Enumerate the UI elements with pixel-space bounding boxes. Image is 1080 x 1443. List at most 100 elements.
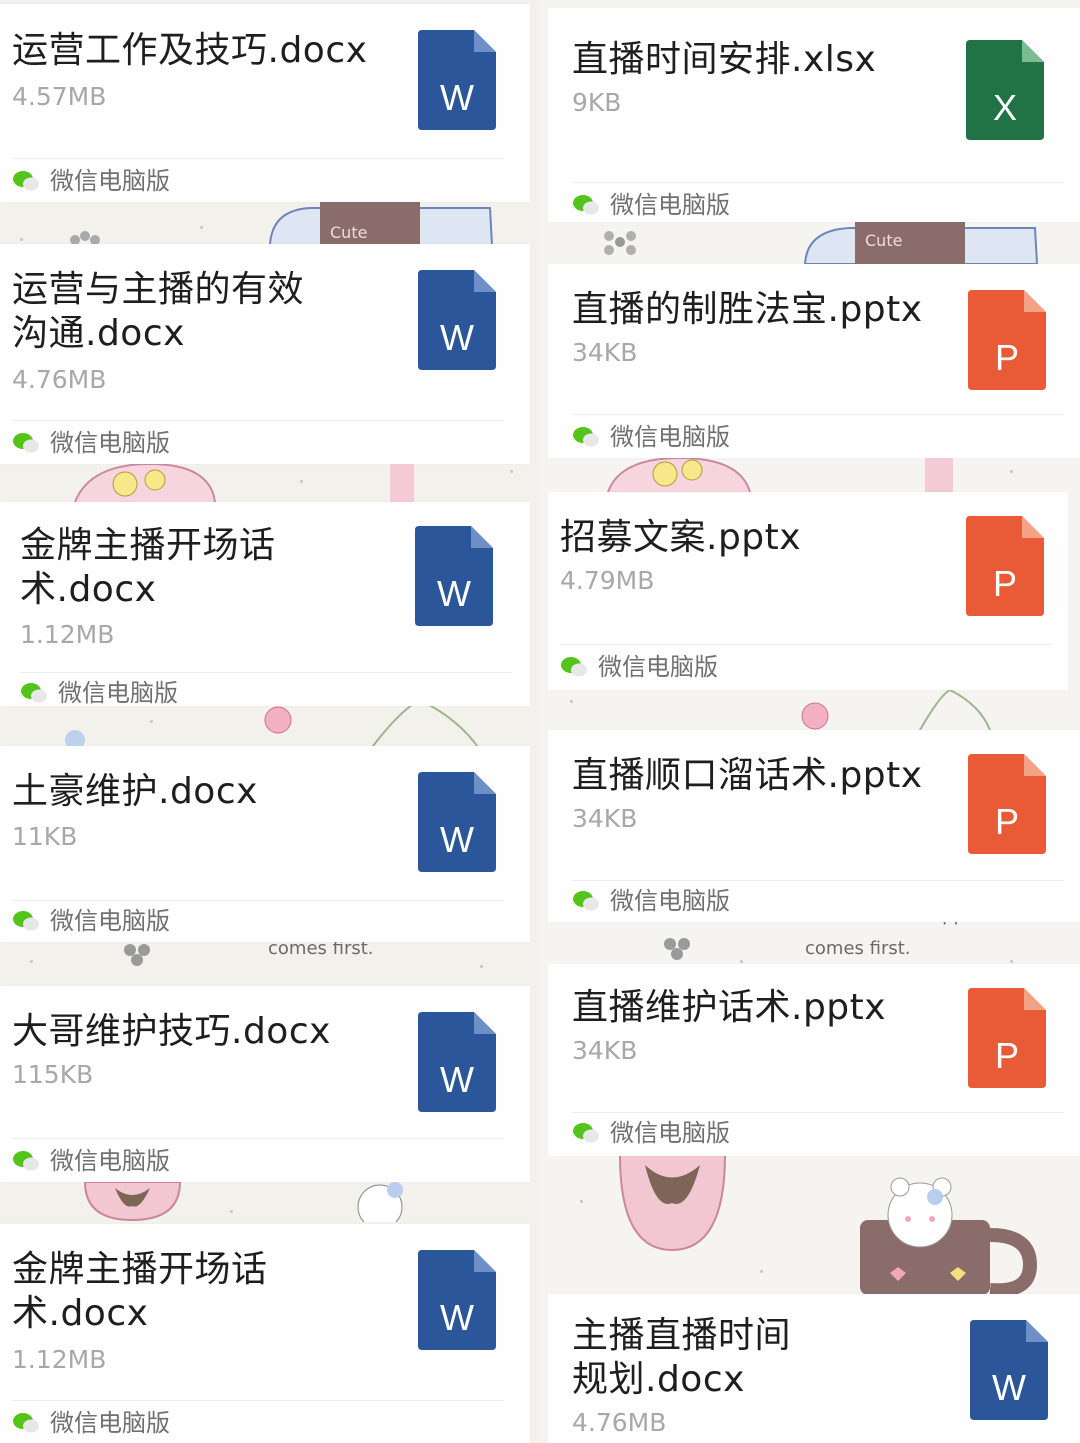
file-card[interactable]: 招募文案.pptx 4.79MB P 微信电脑版 <box>548 492 1068 690</box>
wechat-icon <box>21 683 47 703</box>
wallpaper-clover-decoration <box>124 944 150 966</box>
file-name: 运营工作及技巧.docx <box>12 30 368 71</box>
file-type-letter: W <box>992 1367 1026 1408</box>
wallpaper-text: comes first. <box>805 938 911 959</box>
word-file-icon: W <box>418 1012 496 1112</box>
file-card[interactable]: 直播的制胜法宝.pptx 34KB P 微信电脑版 <box>548 264 1080 458</box>
source-label: 微信电脑版 <box>610 887 730 915</box>
source-row: 微信电脑版 <box>12 166 170 196</box>
file-size: 4.79MB <box>560 566 655 595</box>
word-file-icon: W <box>418 30 496 130</box>
wallpaper-cup-decoration: Cute <box>803 222 1039 264</box>
powerpoint-file-icon: P <box>968 290 1046 390</box>
wechat-icon <box>13 911 39 931</box>
file-card[interactable]: 土豪维护.docx 11KB W 微信电脑版 <box>0 746 530 942</box>
file-name: 运营与主播的有效 沟通.docx <box>12 269 305 354</box>
file-type-letter: P <box>995 337 1019 378</box>
word-file-icon: W <box>970 1320 1048 1420</box>
word-file-icon: W <box>415 526 493 626</box>
file-type-letter: X <box>993 87 1017 128</box>
file-size: 9KB <box>572 88 622 117</box>
source-row: 微信电脑版 <box>20 678 178 706</box>
speck <box>740 960 743 963</box>
file-card[interactable]: 大哥维护技巧.docx 115KB W 微信电脑版 <box>0 986 530 1182</box>
wechat-icon <box>573 1123 599 1143</box>
wallpaper-flower-decoration <box>604 231 636 255</box>
source-label: 微信电脑版 <box>58 679 178 706</box>
file-name: 直播维护话术.pptx <box>572 987 887 1028</box>
divider <box>560 644 1052 645</box>
file-name: 大哥维护技巧.docx <box>12 1011 331 1052</box>
file-name: 主播直播时间 规划.docx <box>572 1315 792 1400</box>
speck <box>510 470 513 473</box>
wallpaper-clover-decoration <box>664 938 690 960</box>
wallpaper-cup-decoration: Cute <box>268 200 494 245</box>
wechat-icon <box>561 657 587 677</box>
speck <box>230 1210 233 1213</box>
speck <box>1010 960 1013 963</box>
wechat-icon <box>573 195 599 215</box>
file-card[interactable]: 主播直播时间 规划.docx 4.76MB W <box>548 1294 1080 1443</box>
speck <box>20 238 23 241</box>
divider <box>12 900 504 901</box>
file-type-letter: P <box>993 563 1017 604</box>
cup-label: Cute <box>330 223 367 242</box>
file-size: 1.12MB <box>20 620 115 649</box>
right-column: Cute small world. happiness comes first. <box>540 0 1080 1443</box>
source-label: 微信电脑版 <box>50 429 170 457</box>
source-row: 微信电脑版 <box>572 886 730 916</box>
speck <box>760 1270 763 1273</box>
file-card[interactable]: 直播时间安排.xlsx 9KB X 微信电脑版 <box>548 8 1080 222</box>
source-label: 微信电脑版 <box>50 1409 170 1437</box>
file-card[interactable]: 金牌主播开场话 术.docx 1.12MB W 微信电脑版 <box>0 1224 530 1443</box>
divider <box>572 182 1064 183</box>
wallpaper-bunny-decoration <box>607 456 953 492</box>
file-size: 115KB <box>12 1060 94 1089</box>
file-name: 招募文案.pptx <box>560 517 802 558</box>
divider <box>572 880 1064 881</box>
file-card[interactable]: 运营工作及技巧.docx 4.57MB W 微信电脑版 <box>0 4 530 202</box>
divider <box>572 414 1064 415</box>
file-type-letter: W <box>437 573 471 614</box>
wallpaper-bunny-decoration <box>74 462 414 502</box>
powerpoint-file-icon: P <box>968 988 1046 1088</box>
file-card[interactable]: 金牌主播开场话 术.docx 1.12MB W 微信电脑版 <box>0 502 530 706</box>
file-type-letter: W <box>440 1059 474 1100</box>
source-row: 微信电脑版 <box>572 190 730 220</box>
word-file-icon: W <box>418 772 496 872</box>
source-label: 微信电脑版 <box>610 1119 730 1147</box>
wechat-icon <box>573 891 599 911</box>
file-name: 土豪维护.docx <box>12 771 258 812</box>
wallpaper-cup-bear-decoration <box>618 1155 1038 1295</box>
source-label: 微信电脑版 <box>50 1147 170 1175</box>
speck <box>150 720 153 723</box>
source-row: 微信电脑版 <box>560 652 718 682</box>
file-size: 4.57MB <box>12 82 107 111</box>
source-row: 微信电脑版 <box>12 906 170 936</box>
wallpaper-leaf-decoration <box>65 700 481 750</box>
file-card[interactable]: 运营与主播的有效 沟通.docx 4.76MB W 微信电脑版 <box>0 244 530 464</box>
source-label: 微信电脑版 <box>50 167 170 195</box>
wallpaper-leaf-decoration <box>801 690 991 730</box>
wallpaper-butterfly-decoration <box>83 1182 403 1222</box>
source-label: 微信电脑版 <box>610 191 730 219</box>
divider <box>20 672 512 673</box>
source-row: 微信电脑版 <box>572 422 730 452</box>
file-name: 直播顺口溜话术.pptx <box>572 755 923 796</box>
source-row: 微信电脑版 <box>572 1118 730 1148</box>
source-label: 微信电脑版 <box>610 423 730 451</box>
source-label: 微信电脑版 <box>598 653 718 681</box>
file-type-letter: W <box>440 317 474 358</box>
divider <box>12 1138 504 1139</box>
excel-file-icon: X <box>966 40 1044 140</box>
file-type-letter: W <box>440 77 474 118</box>
file-card[interactable]: 直播顺口溜话术.pptx 34KB P 微信电脑版 <box>548 730 1080 922</box>
left-column: Cute comes first. 运营工作及技巧.docx 4.57MB W … <box>0 0 540 1443</box>
file-card[interactable]: 直播维护话术.pptx 34KB P 微信电脑版 <box>548 964 1080 1156</box>
wallpaper-flower-decoration <box>70 231 100 244</box>
file-name: 直播的制胜法宝.pptx <box>572 289 923 330</box>
divider <box>12 420 504 421</box>
file-name: 金牌主播开场话 术.docx <box>12 1249 268 1334</box>
cup-label: Cute <box>865 231 902 250</box>
speck <box>1010 470 1013 473</box>
